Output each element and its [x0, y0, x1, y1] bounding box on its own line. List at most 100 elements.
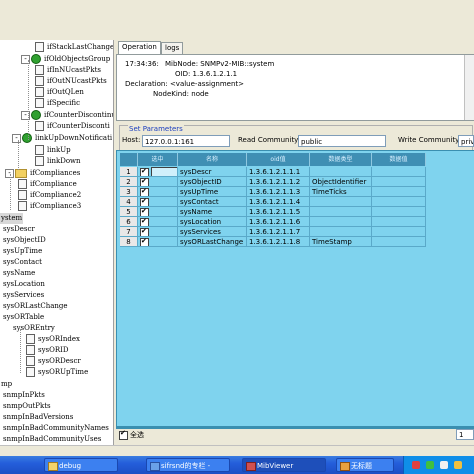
taskbar-item-mibviewer[interactable]: MibViewer [242, 458, 326, 472]
tree-node-ifCompliances[interactable]: - ifCompliances [5, 168, 81, 179]
tree-node-label: ifCompliances [30, 169, 81, 177]
tray-volume-icon[interactable] [440, 461, 448, 469]
row-select-checkbox[interactable] [140, 187, 149, 196]
tree-node-snmpOutPkts[interactable]: snmpOutPkts [2, 401, 52, 412]
row-select-checkbox[interactable] [140, 227, 149, 236]
table-cell-num: 6 [120, 217, 138, 227]
row-select-checkbox[interactable] [140, 217, 149, 226]
tree-node-label: ystem [0, 213, 24, 224]
cell-editor[interactable] [151, 167, 177, 176]
tree-node-sysLocation[interactable]: sysLocation [2, 279, 46, 290]
tree-node-ifCounterDisconti[interactable]: ifCounterDisconti [35, 121, 111, 132]
tree-node-ifCompliance[interactable]: ifCompliance [18, 179, 78, 190]
table-cell-num: 1 [120, 167, 138, 177]
windows-taskbar: debug sifrsnd的专栏 - MibViewer 无标题 [0, 456, 474, 474]
tree-node-mp[interactable]: mp [0, 379, 13, 390]
table-cell-oid: 1.3.6.1.2.1.1.8 [247, 237, 310, 247]
table-cell-value[interactable] [372, 167, 426, 177]
table-cell-value[interactable] [372, 207, 426, 217]
tree-node-snmpInBadCommunityUses[interactable]: snmpInBadCommunityUses [2, 434, 102, 445]
tree-node-snmpInBadCommunityNames[interactable]: snmpInBadCommunityNames [2, 423, 110, 434]
write-community-input[interactable]: priva [458, 135, 474, 147]
table-cell-check[interactable] [138, 187, 178, 197]
tree-node-sysDescr[interactable]: sysDescr [2, 224, 36, 235]
row-select-checkbox[interactable] [140, 207, 149, 216]
taskbar-item-untitled[interactable]: 无标题 [336, 458, 394, 472]
tab-operation-label: Operation [122, 43, 157, 51]
detail-vertical-scrollbar[interactable] [464, 55, 474, 120]
taskbar-item-debug[interactable]: debug [44, 458, 118, 472]
table-cell-type: ObjectIdentifier [310, 177, 372, 187]
right-value-input[interactable]: 1 [456, 429, 474, 440]
tree-node-ifInNUcastPkts[interactable]: ifInNUcastPkts [35, 65, 102, 76]
tree-node-sysContact[interactable]: sysContact [2, 257, 43, 268]
leaf-node-icon [35, 145, 44, 155]
detail-oid: OID: 1.3.6.1.2.1.1 [175, 70, 238, 78]
tray-app-icon[interactable] [412, 461, 420, 469]
tree-node-snmpInBadVersions[interactable]: snmpInBadVersions [2, 412, 74, 423]
collapse-icon[interactable]: - [12, 133, 21, 143]
read-community-input[interactable]: public [298, 135, 386, 147]
tree-node-ifSpecific[interactable]: ifSpecific [35, 98, 81, 109]
table-cell-check[interactable] [138, 237, 178, 247]
tree-node-sysORDescr[interactable]: sysORDescr [26, 356, 82, 367]
tree-node-ifCompliance2[interactable]: ifCompliance2 [18, 190, 82, 201]
mib-tree[interactable]: ifStackLastChange - ifOldObjectsGroup ifInN… [0, 40, 114, 445]
tray-security-icon[interactable] [454, 461, 462, 469]
tree-node-ifOutNUcastPkts[interactable]: ifOutNUcastPkts [35, 76, 108, 87]
table-cell-value[interactable] [372, 177, 426, 187]
header-data-type[interactable]: 数据类型 [310, 153, 372, 166]
taskbar-item-browser[interactable]: sifrsnd的专栏 - [146, 458, 230, 472]
app-icon [246, 462, 256, 471]
row-select-checkbox[interactable] [140, 177, 149, 186]
table-cell-value[interactable] [372, 187, 426, 197]
row-select-checkbox[interactable] [140, 237, 149, 246]
tree-node-snmpInPkts[interactable]: snmpInPkts [2, 390, 46, 401]
row-select-checkbox[interactable] [140, 167, 149, 176]
header-oid[interactable]: oid值 [247, 153, 310, 166]
tree-connector [10, 174, 11, 210]
tree-node-system[interactable]: ystem [0, 213, 24, 224]
tree-node-sysORLastChange[interactable]: sysORLastChange [2, 301, 69, 312]
tray-network-icon[interactable] [426, 461, 434, 469]
table-cell-check[interactable] [138, 197, 178, 207]
tree-node-sysUpTime[interactable]: sysUpTime [2, 246, 43, 257]
tree-node-ifCompliance3[interactable]: ifCompliance3 [18, 201, 82, 212]
tab-operation[interactable]: Operation [118, 41, 161, 54]
tree-node-sysName[interactable]: sysName [2, 268, 36, 279]
tree-node-ifStackLastChange[interactable]: ifStackLastChange [35, 42, 113, 53]
header-data-value[interactable]: 数据值 [372, 153, 426, 166]
tree-node-ifOldObjectsGroup[interactable]: - ifOldObjectsGroup [21, 54, 111, 65]
row-select-checkbox[interactable] [140, 197, 149, 206]
leaf-node-icon [35, 121, 44, 131]
tree-node-label: sysUpTime [3, 247, 43, 255]
table-cell-check[interactable] [138, 227, 178, 237]
tab-logs[interactable]: logs [161, 42, 184, 54]
tree-node-sysOREntry[interactable]: sysOREntry [12, 323, 56, 334]
tree-node-ifOutQLen[interactable]: ifOutQLen [35, 87, 85, 98]
table-cell-check[interactable] [138, 217, 178, 227]
table-cell-value[interactable] [372, 217, 426, 227]
table-cell-value[interactable] [372, 197, 426, 207]
group-node-icon [22, 133, 32, 143]
tree-node-sysORUpTime[interactable]: sysORUpTime [26, 367, 89, 378]
tree-node-linkDown[interactable]: linkDown [35, 156, 82, 167]
header-selected[interactable]: 选中 [138, 153, 178, 166]
header-name[interactable]: 名称 [178, 153, 247, 166]
tree-node-sysServices[interactable]: sysServices [2, 290, 45, 301]
tree-node-label: sysName [3, 269, 36, 277]
table-cell-value[interactable] [372, 227, 426, 237]
table-cell-oid: 1.3.6.1.2.1.1.6 [247, 217, 310, 227]
table-cell-check[interactable] [138, 177, 178, 187]
tree-node-sysORID[interactable]: sysORID [26, 345, 70, 356]
table-cell-check[interactable] [138, 167, 178, 177]
tree-node-linkUp[interactable]: linkUp [35, 145, 72, 156]
table-cell-value[interactable] [372, 237, 426, 247]
tree-node-sysObjectID[interactable]: sysObjectID [2, 235, 47, 246]
tree-node-sysORIndex[interactable]: sysORIndex [26, 334, 81, 345]
select-all-checkbox[interactable] [119, 429, 128, 440]
tree-node-ifCounterDiscontinu[interactable]: - ifCounterDiscontinu [21, 110, 113, 121]
table-cell-check[interactable] [138, 207, 178, 217]
tree-node-sysORTable[interactable]: sysORTable [2, 312, 45, 323]
host-input[interactable]: 127.0.0.1:161 [142, 135, 230, 147]
